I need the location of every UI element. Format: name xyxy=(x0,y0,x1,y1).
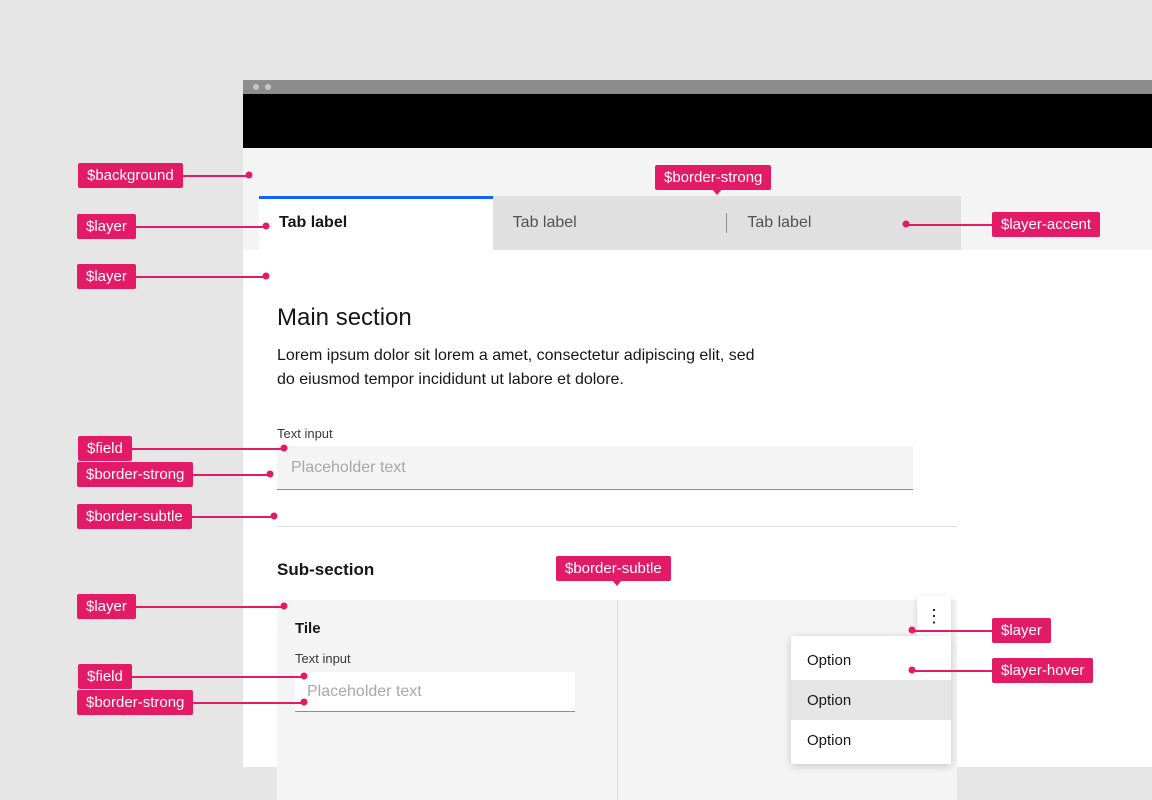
menu-item-label: Option xyxy=(807,652,851,669)
callout-line xyxy=(912,670,992,672)
callout-line xyxy=(190,702,304,704)
callout-line xyxy=(190,474,270,476)
tab-1[interactable]: Tab label xyxy=(259,196,493,250)
tile-1: Tile Text input xyxy=(277,600,617,800)
window-dot xyxy=(265,84,271,90)
token-background: $background xyxy=(78,163,183,188)
callout-caret-icon xyxy=(712,189,722,195)
menu-item-label: Option xyxy=(807,692,851,709)
token-border-subtle: $border-subtle xyxy=(556,556,671,581)
callout-dot xyxy=(246,172,253,179)
content-layer: Main section Lorem ipsum dolor sit lorem… xyxy=(243,250,1152,767)
tile-title: Tile xyxy=(295,620,599,637)
tab-2[interactable]: Tab label xyxy=(493,196,727,250)
text-input[interactable] xyxy=(277,446,913,490)
tile-input-label: Text input xyxy=(295,651,599,666)
callout-line xyxy=(124,448,284,450)
callout-line xyxy=(124,676,304,678)
tile-row: Tile Text input ⋮ Option Option Option xyxy=(277,600,957,800)
tablist: Tab label Tab label Tab label xyxy=(259,196,961,250)
menu-item[interactable]: Option xyxy=(791,720,951,760)
callout-dot xyxy=(909,667,916,674)
callout-dot xyxy=(281,603,288,610)
menu-item[interactable]: Option xyxy=(791,640,951,680)
window-dot xyxy=(253,84,259,90)
token-layer-accent: $layer-accent xyxy=(992,212,1100,237)
callout-line xyxy=(126,226,266,228)
menu-item-label: Option xyxy=(807,732,851,749)
token-layer: $layer xyxy=(992,618,1051,643)
main-paragraph: Lorem ipsum dolor sit lorem a amet, cons… xyxy=(277,344,757,392)
tile-text-input[interactable] xyxy=(295,672,575,712)
main-heading: Main section xyxy=(277,304,412,332)
callout-dot xyxy=(271,513,278,520)
callout-line xyxy=(126,606,284,608)
callout-caret-icon xyxy=(612,580,622,586)
callout-line xyxy=(188,516,274,518)
tab-3[interactable]: Tab label xyxy=(727,196,961,250)
callout-line xyxy=(173,175,249,177)
token-border-subtle: $border-subtle xyxy=(77,504,192,529)
tab-label: Tab label xyxy=(279,214,347,232)
callout-dot xyxy=(263,273,270,280)
token-border-strong: $border-strong xyxy=(77,690,193,715)
callout-dot xyxy=(263,223,270,230)
tile-2: ⋮ Option Option Option xyxy=(617,600,958,800)
menu-item[interactable]: Option xyxy=(791,680,951,720)
callout-dot xyxy=(301,673,308,680)
callout-dot xyxy=(903,221,910,228)
divider-subtle xyxy=(277,526,957,527)
text-input-label: Text input xyxy=(277,426,333,441)
subsection-heading: Sub-section xyxy=(277,560,374,580)
callout-dot xyxy=(301,699,308,706)
kebab-icon: ⋮ xyxy=(925,606,943,627)
app-header xyxy=(243,94,1152,148)
token-border-strong: $border-strong xyxy=(77,462,193,487)
callout-dot xyxy=(281,445,288,452)
callout-dot xyxy=(267,471,274,478)
tab-label: Tab label xyxy=(747,214,811,232)
callout-line xyxy=(126,276,266,278)
callout-line xyxy=(912,630,992,632)
callout-line xyxy=(906,224,992,226)
token-layer-hover: $layer-hover xyxy=(992,658,1093,683)
token-border-strong: $border-strong xyxy=(655,165,771,190)
tab-label: Tab label xyxy=(513,214,577,232)
window-titlebar xyxy=(243,80,1152,94)
overflow-menu: Option Option Option xyxy=(791,636,951,764)
callout-dot xyxy=(909,627,916,634)
